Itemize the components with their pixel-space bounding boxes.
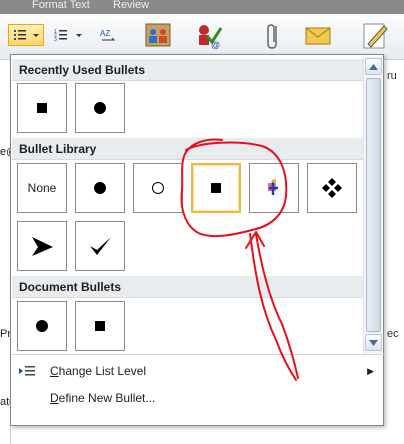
recent-bullet-square[interactable]: [17, 83, 67, 133]
square-bullet-icon: [95, 321, 105, 331]
recent-bullet-dot[interactable]: [75, 83, 125, 133]
doc-fragment: ru: [387, 70, 397, 82]
square-bullet-icon: [37, 103, 47, 113]
tab-review[interactable]: Review: [113, 0, 149, 11]
library-bullet-checkmark[interactable]: [75, 221, 125, 271]
bullets-button[interactable]: [8, 24, 44, 46]
scroll-up-button[interactable]: [365, 58, 382, 75]
dot-bullet-icon: [94, 102, 106, 114]
library-bullet-arrowhead[interactable]: [17, 221, 67, 271]
indent-level-icon: [12, 365, 42, 377]
scroll-thumb[interactable]: [366, 78, 381, 332]
define-new-bullet-label: Define New Bullet...: [50, 391, 156, 405]
sort-icon[interactable]: AZ: [98, 26, 120, 46]
menu-separator: [12, 354, 384, 355]
document-bullet-square[interactable]: [75, 301, 125, 351]
svg-text:AZ: AZ: [100, 29, 110, 38]
submenu-arrow-icon: ▶: [367, 365, 374, 376]
svg-text:@: @: [211, 40, 220, 50]
bullets-dropdown-panel: Recently Used Bullets Bullet Library Non…: [10, 54, 384, 426]
section-header-document-bullets: Document Bullets: [12, 276, 363, 298]
section-header-bullet-library: Bullet Library: [12, 138, 363, 160]
define-new-bullet-menu-item[interactable]: Define New Bullet...: [12, 385, 384, 411]
attach-item-icon[interactable]: [303, 20, 333, 50]
chevron-down-icon: [369, 339, 378, 346]
arrowhead-bullet-icon: [32, 237, 53, 256]
section-header-recently-used: Recently Used Bullets: [12, 59, 363, 81]
attach-file-icon[interactable]: [258, 20, 288, 50]
checkmark-bullet-icon: [90, 237, 111, 255]
library-bullet-none[interactable]: None: [17, 163, 67, 213]
dot-bullet-icon: [36, 320, 48, 332]
diamond-cluster-bullet-icon: [322, 178, 342, 198]
none-label: None: [27, 181, 57, 195]
address-book-icon[interactable]: [143, 20, 173, 50]
library-bullet-square-selected[interactable]: [191, 163, 241, 213]
ribbon-tab-strip: Format Text Review: [0, 0, 404, 14]
signature-icon[interactable]: [360, 20, 390, 50]
bulleted-list-icon: [14, 30, 39, 40]
library-bullet-diamond-cluster[interactable]: [307, 163, 357, 213]
doc-fragment: ec: [387, 328, 399, 340]
document-body-right: ru ec: [385, 60, 404, 444]
check-names-icon[interactable]: @: [193, 20, 223, 50]
dot-bullet-icon: [94, 182, 106, 194]
numbering-button[interactable]: 1 2 3: [50, 24, 90, 46]
arrow-tip-bullet-icon: [268, 179, 278, 195]
library-bullet-ring[interactable]: [133, 163, 183, 213]
ring-bullet-icon: [152, 182, 164, 194]
library-bullet-dot[interactable]: [75, 163, 125, 213]
library-bullet-arrow-tip[interactable]: [249, 163, 299, 213]
square-bullet-icon: [211, 183, 221, 193]
change-list-level-menu-item[interactable]: Change List Level ▶: [12, 358, 384, 384]
scroll-down-button[interactable]: [365, 334, 382, 351]
chevron-up-icon: [369, 63, 378, 70]
document-bullet-dot[interactable]: [17, 301, 67, 351]
gallery-scrollbar[interactable]: [363, 56, 382, 354]
tab-format-text[interactable]: Format Text: [32, 0, 90, 11]
numbered-list-icon: 1 2 3: [54, 29, 82, 43]
change-list-level-label: Change List Level: [50, 364, 147, 378]
svg-text:3: 3: [54, 37, 57, 43]
